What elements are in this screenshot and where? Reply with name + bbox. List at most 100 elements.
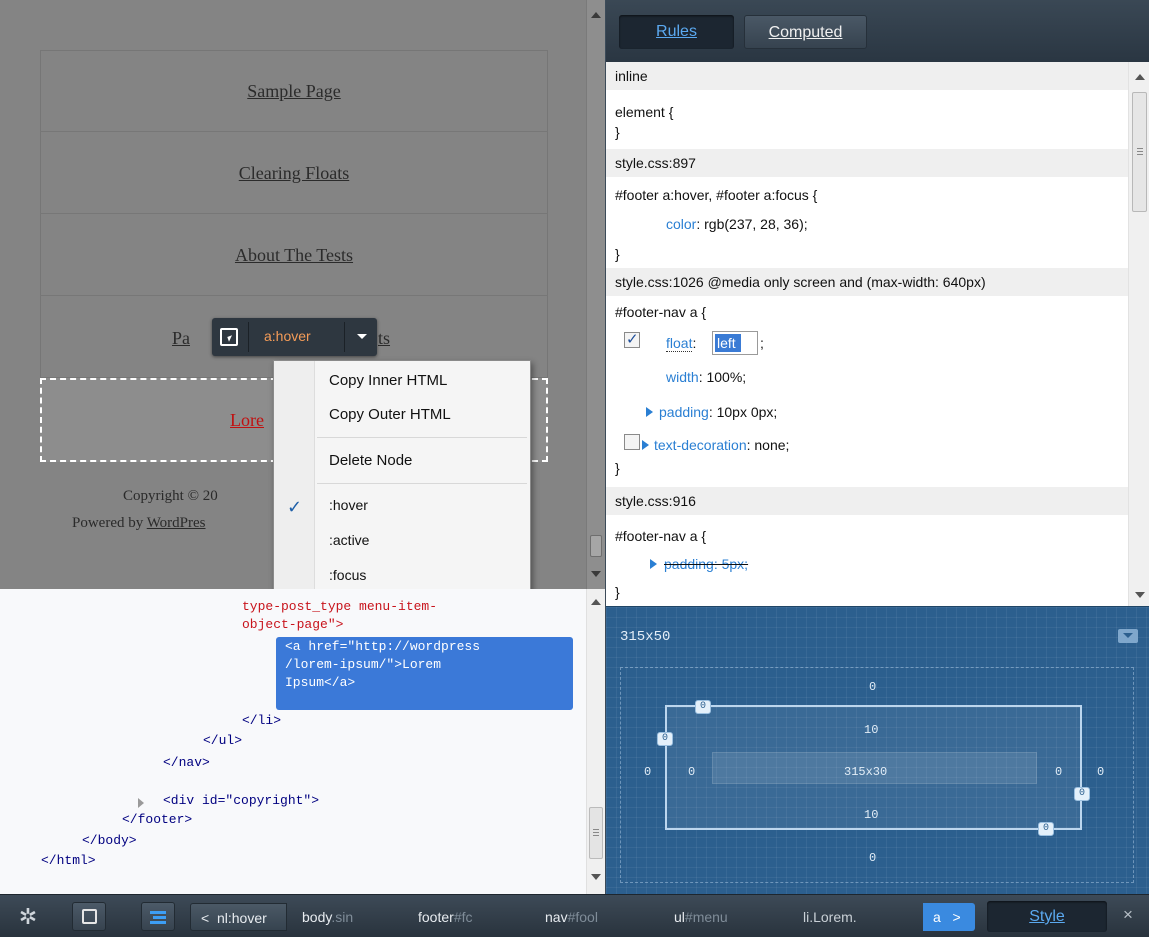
editor-selected-text[interactable]: left <box>715 334 741 352</box>
nav-link-about-the-tests[interactable]: About The Tests <box>40 214 548 296</box>
border-left-value: 0 <box>688 765 696 779</box>
expand-twisty-icon[interactable] <box>138 798 144 808</box>
markup-toggle-button[interactable] <box>141 902 175 931</box>
rules-view[interactable]: inline element { } style.css:897 #footer… <box>606 62 1128 606</box>
markup-scroll-thumb[interactable] <box>589 807 603 859</box>
breadcrumb-body[interactable]: body.sin <box>292 903 402 931</box>
markup-line[interactable]: </footer> <box>122 811 192 829</box>
ruler-badge: 0 <box>1038 822 1054 836</box>
menu-item-pseudo-active[interactable]: :active <box>329 532 369 548</box>
menu-item-copy-inner-html[interactable]: Copy Inner HTML <box>329 372 447 389</box>
prop-value[interactable]: : rgb(237, 28, 36); <box>696 216 807 232</box>
markup-line[interactable]: Ipsum</a> <box>285 674 355 692</box>
rule-declaration-width[interactable]: width: 100%; <box>666 367 746 387</box>
tab-computed[interactable]: Computed <box>744 15 867 49</box>
menu-item-pseudo-focus[interactable]: :focus <box>329 567 366 583</box>
prop-name[interactable]: float <box>666 335 693 352</box>
inspect-button[interactable] <box>72 902 106 931</box>
menu-item-delete-node[interactable]: Delete Node <box>329 452 412 469</box>
prop-name[interactable]: color <box>666 216 696 232</box>
prop-name[interactable]: padding <box>659 404 709 420</box>
markup-line[interactable]: </nav> <box>163 754 210 772</box>
scroll-up-icon[interactable] <box>591 12 601 18</box>
nav-link-partial-left[interactable]: Pa <box>172 328 190 349</box>
chevron-right-icon[interactable]: > <box>952 909 960 925</box>
markup-line[interactable]: type-post_type menu-item- <box>242 598 437 616</box>
markup-line[interactable]: <a href="http://wordpress <box>285 638 480 656</box>
chevron-left-icon[interactable]: < <box>201 910 209 926</box>
breadcrumb-a-selected[interactable]: a > <box>923 903 975 931</box>
collapse-layout-icon[interactable] <box>1118 629 1138 643</box>
property-value-editor[interactable]: left <box>712 331 758 355</box>
prop-name[interactable]: text-decoration <box>654 437 747 453</box>
markup-line[interactable]: /lorem-ipsum/">Lorem <box>285 656 441 674</box>
margin-top-value: 0 <box>869 680 877 694</box>
rule-declaration-color[interactable]: color: rgb(237, 28, 36); <box>666 214 808 234</box>
nav-link-sample-page[interactable]: Sample Page <box>40 50 548 132</box>
expand-triangle-icon[interactable] <box>642 440 649 450</box>
scroll-up-icon[interactable] <box>591 599 601 605</box>
markup-scrollbar[interactable] <box>586 589 605 894</box>
property-enable-checkbox[interactable] <box>624 330 640 348</box>
rule-declaration-overridden[interactable]: padding: 5px; <box>664 554 748 574</box>
breadcrumb-suffix: .sin <box>331 909 354 925</box>
rule-source-header[interactable]: style.css:897 <box>606 149 1128 177</box>
breadcrumb-label: a <box>933 909 941 925</box>
markup-panel[interactable]: type-post_type menu-item- object-page"> … <box>0 589 605 894</box>
breadcrumb-back[interactable]: < nl:hover <box>190 903 287 931</box>
expand-triangle-icon[interactable] <box>650 559 657 569</box>
rules-scrollbar[interactable] <box>1128 62 1149 606</box>
gear-icon[interactable]: ✲ <box>14 902 42 931</box>
prop-value[interactable]: : 10px 0px; <box>709 404 778 420</box>
markup-line[interactable]: </html> <box>41 852 96 870</box>
prop-value[interactable]: : 100%; <box>699 369 746 385</box>
breadcrumb-footer[interactable]: footer#fc <box>408 903 528 931</box>
infobar-divider <box>344 322 345 352</box>
scroll-down-icon[interactable] <box>591 571 601 577</box>
prop-colon: : <box>692 335 697 351</box>
close-icon[interactable]: × <box>1118 905 1138 925</box>
scroll-down-icon[interactable] <box>1135 592 1145 598</box>
rule-close-brace: } <box>615 124 620 140</box>
prop-overridden[interactable]: padding: 5px; <box>664 556 748 572</box>
chevron-down-icon[interactable] <box>357 334 367 339</box>
inspect-node-icon[interactable] <box>220 328 238 346</box>
rule-selector[interactable]: element { <box>615 102 673 122</box>
breadcrumb-nav[interactable]: nav#fool <box>535 903 657 931</box>
rule-declaration-padding[interactable]: padding: 10px 0px; <box>659 402 777 422</box>
preview-scrollbar[interactable] <box>586 0 605 589</box>
markup-icon-bar <box>153 916 166 919</box>
tab-rules[interactable]: Rules <box>619 15 734 49</box>
rule-declaration-text-decoration[interactable]: text-decoration: none; <box>654 435 789 455</box>
nav-link-lorem-selected[interactable]: Lore <box>230 410 264 431</box>
markup-line[interactable]: </ul> <box>203 732 242 750</box>
scroll-up-icon[interactable] <box>1135 74 1145 80</box>
expand-triangle-icon[interactable] <box>646 407 653 417</box>
markup-line[interactable]: object-page"> <box>242 616 343 634</box>
breadcrumb-ul[interactable]: ul#menu <box>664 903 786 931</box>
property-enable-checkbox[interactable] <box>624 434 640 450</box>
prop-name[interactable]: width <box>666 369 699 385</box>
scroll-down-icon[interactable] <box>591 874 601 880</box>
nav-link-partial-right[interactable]: ts <box>378 328 390 349</box>
preview-scroll-thumb[interactable] <box>590 535 602 557</box>
breadcrumb-li[interactable]: li.Lorem. <box>793 903 913 931</box>
markup-line[interactable]: </li> <box>242 712 281 730</box>
rule-selector[interactable]: #footer a:hover, #footer a:focus { <box>615 185 817 205</box>
style-sidebar-toggle[interactable]: Style <box>987 901 1107 932</box>
prop-value[interactable]: : none; <box>747 437 790 453</box>
markup-line[interactable]: <div id="copyright"> <box>163 792 319 810</box>
wordpress-link[interactable]: WordPres <box>147 515 206 531</box>
rule-selector[interactable]: #footer-nav a { <box>615 526 706 546</box>
nav-link-clearing-floats[interactable]: Clearing Floats <box>40 132 548 214</box>
rule-declaration-float[interactable]: float: <box>666 333 696 353</box>
rule-source-header[interactable]: style.css:916 <box>606 487 1128 515</box>
rules-scroll-thumb[interactable] <box>1132 92 1147 212</box>
menu-item-copy-outer-html[interactable]: Copy Outer HTML <box>329 406 451 423</box>
rule-selector[interactable]: #footer-nav a { <box>615 302 706 322</box>
rule-source-header[interactable]: inline <box>606 62 1128 90</box>
markup-line[interactable]: </body> <box>82 832 137 850</box>
markup-selected-node[interactable]: <a href="http://wordpress /lorem-ipsum/"… <box>276 637 573 710</box>
menu-item-pseudo-hover[interactable]: :hover <box>329 497 368 513</box>
rule-source-header[interactable]: style.css:1026 @media only screen and (m… <box>606 268 1128 296</box>
